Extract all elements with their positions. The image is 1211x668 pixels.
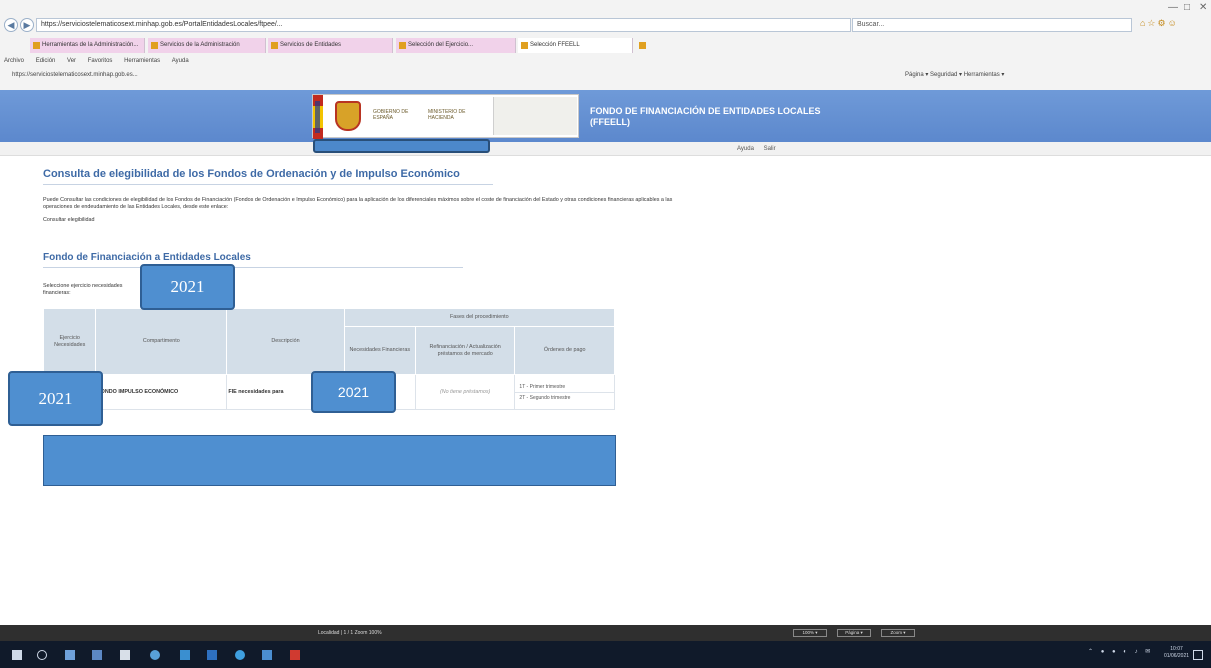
header-refinancing: Refinanciación / Actualización préstamos… xyxy=(414,326,516,375)
clock-date: 01/06/2021 xyxy=(1164,653,1190,659)
ministry-block xyxy=(493,97,577,135)
taskbar: ⌃ ● ● ◐ ♪ ✉ 10:07 01/06/2021 xyxy=(0,641,1211,668)
payment-order-link[interactable]: 1T - Primer trimestre xyxy=(515,382,614,393)
notifications-icon[interactable] xyxy=(1193,650,1203,660)
favorite-link[interactable]: https://serviciostelematicosext.minhap.g… xyxy=(12,72,138,78)
header-needs: Necesidades Financieras xyxy=(343,326,416,375)
browser-chrome: ◀ ▶ https://serviciostelematicosext.minh… xyxy=(0,0,1211,90)
logout-link[interactable]: Salir xyxy=(764,146,776,152)
app-icon[interactable] xyxy=(262,650,272,660)
back-button[interactable]: ◀ xyxy=(4,18,18,32)
cell-compartment: FONDO IMPULSO ECONÓMICO xyxy=(95,374,228,410)
header-phases: Fases del procedimiento xyxy=(343,308,616,327)
blank-callout xyxy=(43,435,616,486)
close-icon[interactable]: ✕ xyxy=(1199,2,1207,13)
eligibility-link[interactable]: Consultar elegibilidad xyxy=(43,217,95,223)
maximize-icon[interactable]: □ xyxy=(1184,2,1190,13)
browser-tab[interactable]: Herramientas de la Administración... xyxy=(30,38,145,53)
header-links: Ayuda Salir xyxy=(737,142,784,156)
coat-of-arms-icon xyxy=(335,101,361,131)
browser-tab[interactable]: Servicios de la Administración xyxy=(148,38,266,53)
browser-tab[interactable]: Servicios de Entidades xyxy=(268,38,393,53)
command-bar[interactable]: Página ▾ Seguridad ▾ Herramientas ▾ xyxy=(905,68,1004,82)
menu-item-archivo[interactable]: Archivo xyxy=(4,58,24,64)
status-text: Localidad | 1 / 1 Zoom 100% xyxy=(318,630,382,636)
section-title: Fondo de Financiación a Entidades Locale… xyxy=(43,252,251,263)
header-description: Descripción xyxy=(226,308,345,375)
address-bar[interactable]: https://serviciostelematicosext.minhap.g… xyxy=(36,18,851,32)
flag-icon xyxy=(313,95,323,139)
subheader-bar xyxy=(0,142,1211,156)
clock[interactable]: 10:07 01/06/2021 xyxy=(1164,646,1189,660)
new-tab-button[interactable] xyxy=(636,38,656,53)
app-icon[interactable] xyxy=(180,650,190,660)
address-row: ◀ ▶ https://serviciostelematicosext.minh… xyxy=(0,0,1211,32)
divider xyxy=(43,267,463,268)
menu-item-ver[interactable]: Ver xyxy=(67,58,76,64)
zoom-menu-button[interactable]: Zoom ▾ xyxy=(881,629,915,637)
zoom-button[interactable]: 100% ▾ xyxy=(793,629,827,637)
header-year: Ejercicio Necesidades xyxy=(42,308,97,375)
minimize-icon[interactable]: — xyxy=(1168,2,1178,13)
year-select-callout[interactable]: 2021 xyxy=(140,264,235,310)
payment-order-link[interactable]: 2T - Segundo trimestre xyxy=(515,393,614,403)
page-title: Consulta de elegibilidad de los Fondos d… xyxy=(43,168,460,180)
app-icon[interactable] xyxy=(92,650,102,660)
cell-payment-orders: 1T - Primer trimestre 2T - Segundo trime… xyxy=(514,374,615,410)
menu-item-favoritos[interactable]: Favoritos xyxy=(88,58,113,64)
help-link[interactable]: Ayuda xyxy=(737,146,754,152)
gov-line-1: GOBIERNO DE ESPAÑA xyxy=(373,109,409,121)
divider xyxy=(43,184,493,185)
search-input[interactable]: Buscar... xyxy=(852,18,1132,32)
status-bar: Localidad | 1 / 1 Zoom 100% 100% ▾ Págin… xyxy=(0,625,1211,641)
app-icon[interactable] xyxy=(290,650,300,660)
browser-tab-active[interactable]: Selección FFEELL xyxy=(518,38,633,53)
site-title: FONDO DE FINANCIACIÓN DE ENTIDADES LOCAL… xyxy=(590,106,821,127)
browser-icon[interactable] xyxy=(235,650,245,660)
app-icon[interactable] xyxy=(207,650,217,660)
year-description-callout: 2021 xyxy=(311,371,396,413)
menu-item-herramientas[interactable]: Herramientas xyxy=(124,58,160,64)
government-logo: GOBIERNO DE ESPAÑA MINISTERIO DE HACIEND… xyxy=(312,94,579,139)
cell-refinancing: (No tiene préstamos) xyxy=(414,374,516,410)
system-tray[interactable]: ⌃ ● ● ◐ ♪ ✉ xyxy=(1088,648,1153,655)
menu-item-edicion[interactable]: Edición xyxy=(36,58,56,64)
page-button[interactable]: Página ▾ xyxy=(837,629,871,637)
intro-paragraph: Puede Consultar las condiciones de elegi… xyxy=(43,197,673,210)
redaction-overlay xyxy=(313,139,490,153)
start-icon[interactable] xyxy=(12,650,22,660)
task-view-icon[interactable] xyxy=(65,650,75,660)
app-icon[interactable] xyxy=(150,650,160,660)
forward-button[interactable]: ▶ xyxy=(20,18,34,32)
gov-line-2: MINISTERIO DE HACIENDA xyxy=(428,109,466,121)
app-icon[interactable] xyxy=(120,650,130,660)
favorites-bar: https://serviciostelematicosext.minhap.g… xyxy=(0,68,1211,82)
clock-time: 10:07 xyxy=(1170,646,1183,652)
menu-item-ayuda[interactable]: Ayuda xyxy=(172,58,189,64)
header-payment-orders: Órdenes de pago xyxy=(514,326,615,375)
browser-tab[interactable]: Selección del Ejercicio... xyxy=(396,38,516,53)
header-compartment: Compartimento xyxy=(95,308,228,375)
search-icon[interactable] xyxy=(37,650,47,660)
tab-strip: Herramientas de la Administración... Ser… xyxy=(0,38,1211,54)
browser-toolbar-icons[interactable]: ⌂☆⚙☺ xyxy=(1140,18,1179,29)
year-row-callout: 2021 xyxy=(8,371,103,426)
menu-bar: Archivo Edición Ver Favoritos Herramient… xyxy=(0,55,1211,67)
year-select-label: Seleccione ejercicio necesidades financi… xyxy=(43,283,123,296)
